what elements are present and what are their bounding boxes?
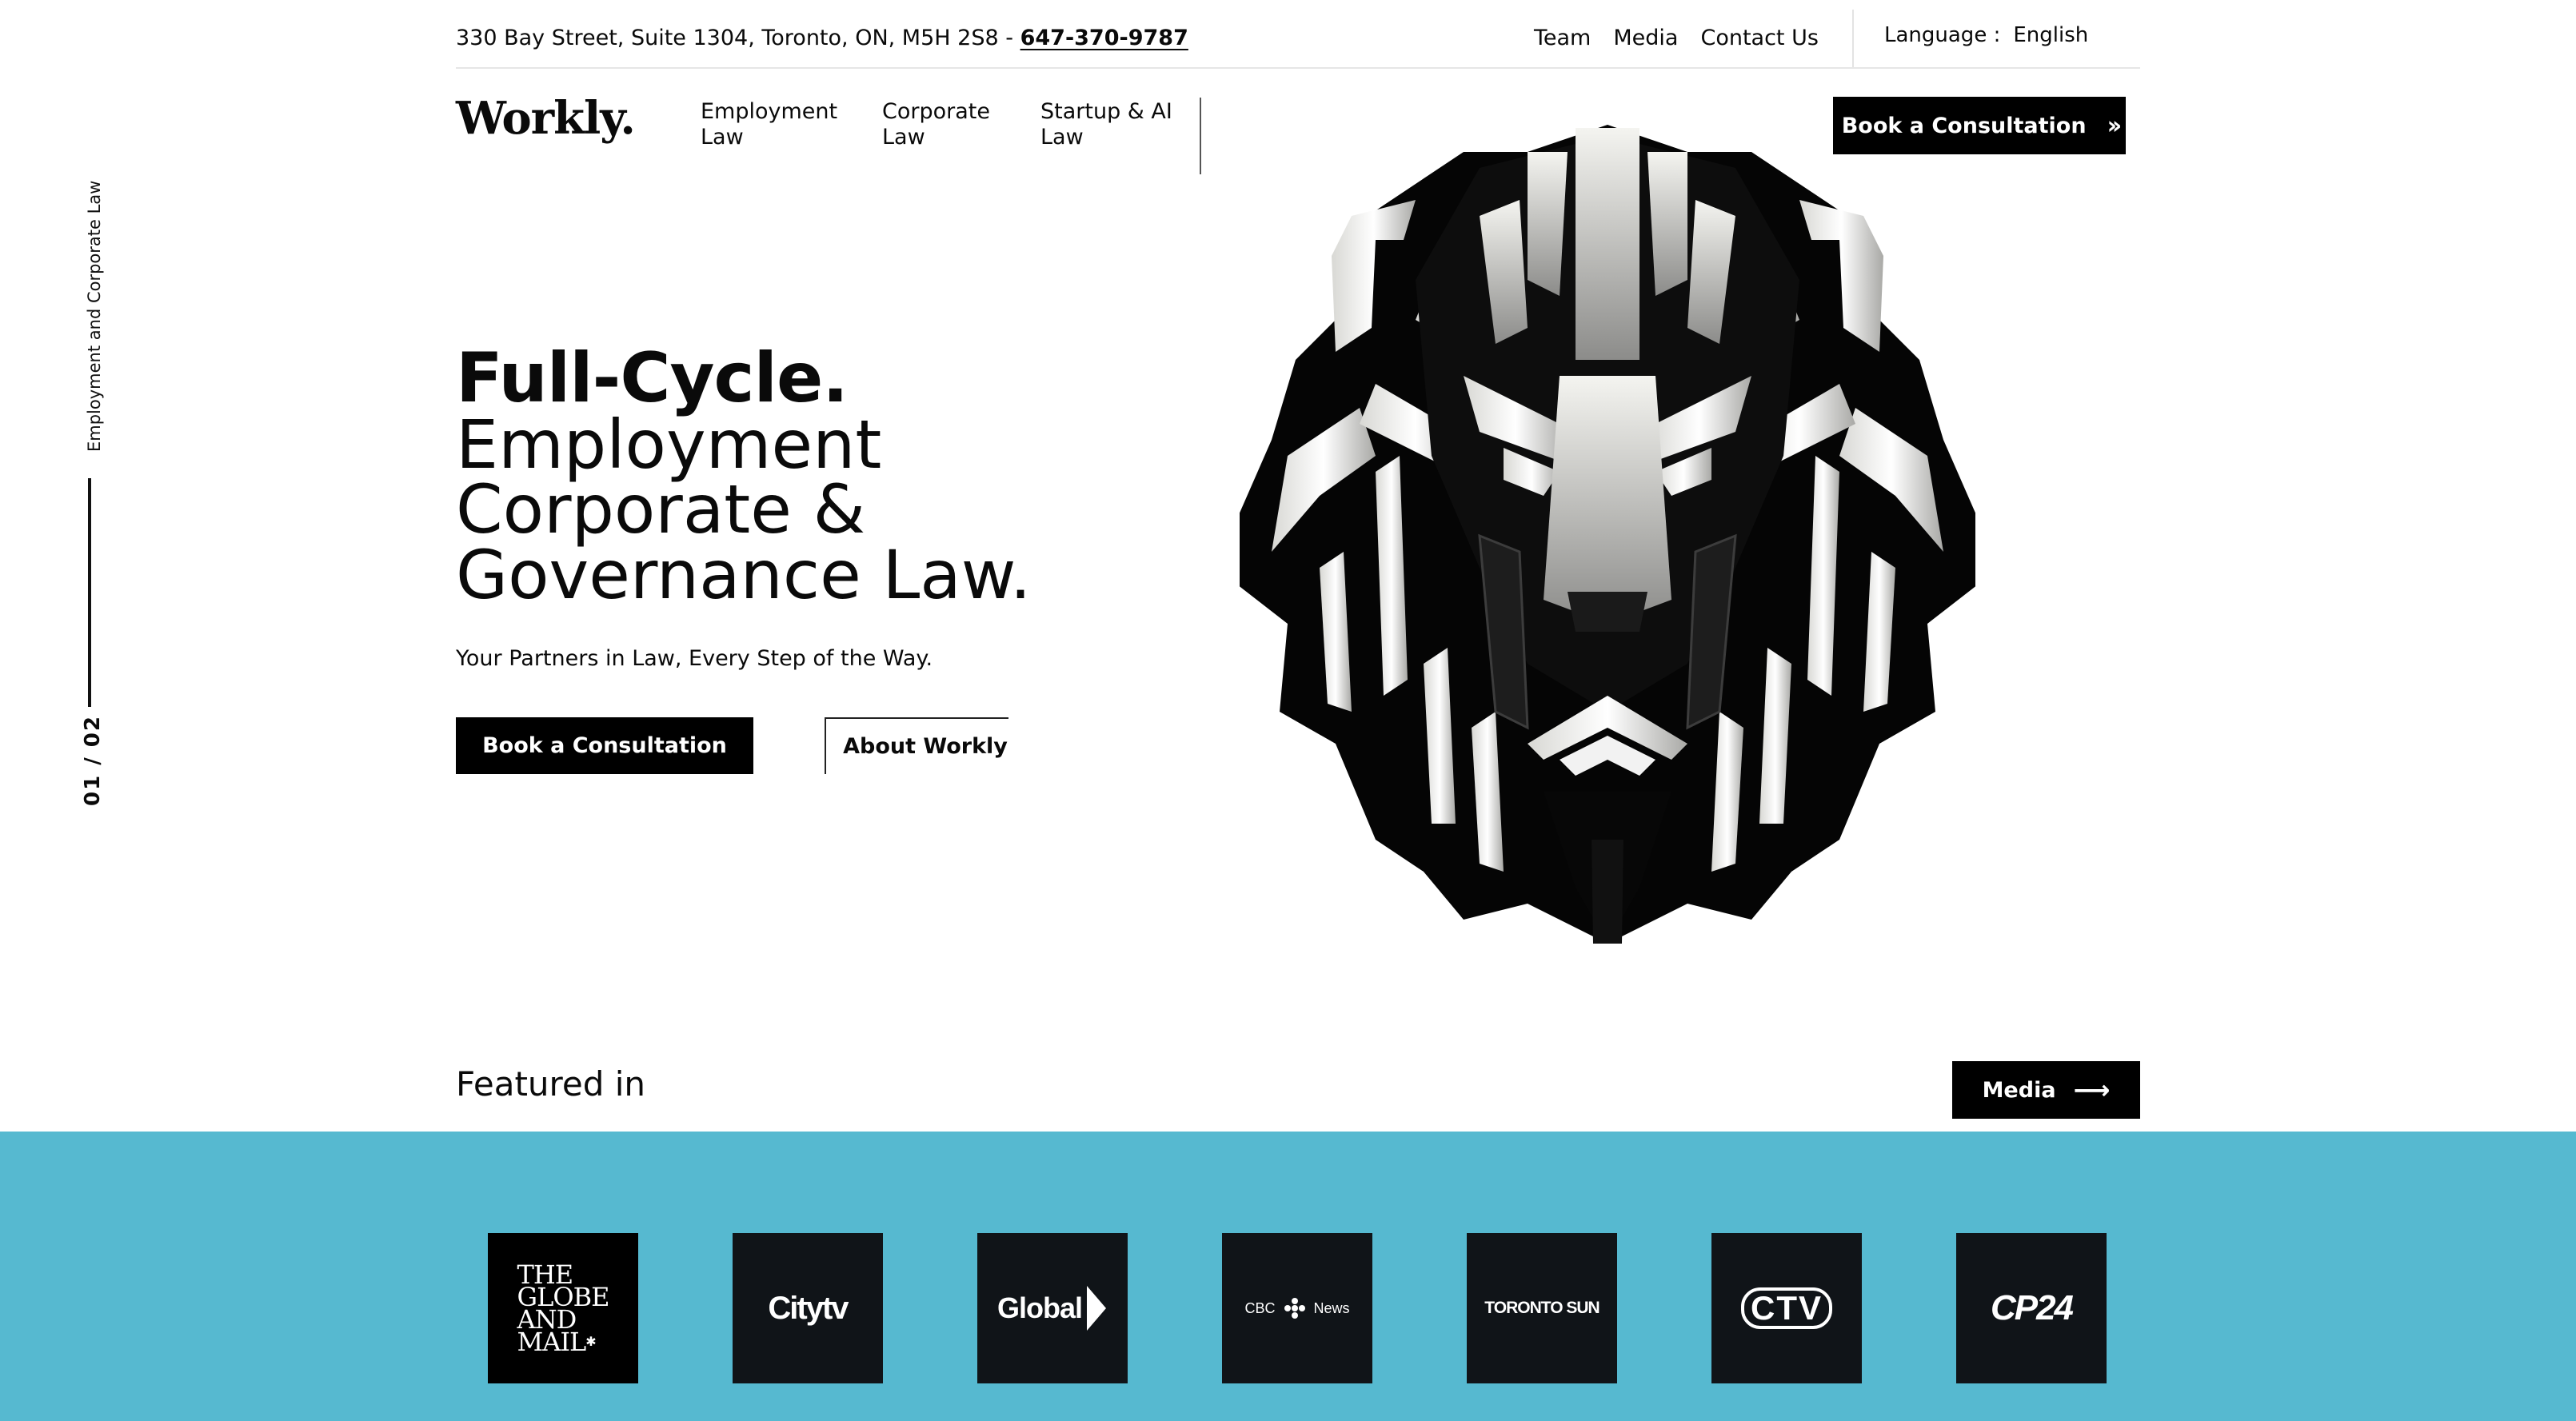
nav-vertical-divider	[1200, 98, 1201, 174]
logo-text: CP24	[1990, 1288, 2074, 1327]
logo-text: TORONTO SUN	[1484, 1299, 1600, 1317]
side-rail-label: Employment and Corporate Law	[85, 180, 104, 452]
office-address: 330 Bay Street, Suite 1304, Toronto, ON,…	[456, 22, 1188, 54]
logo-text: News	[1313, 1299, 1350, 1316]
cbc-news-logo[interactable]: CBC News	[1222, 1233, 1372, 1383]
lion-head-illustration	[1240, 125, 1975, 944]
double-chevron-right-icon: ››	[2107, 111, 2123, 140]
hero-title-line-2: Corporate &	[456, 470, 866, 549]
maple-leaf-icon: ✱	[585, 1334, 596, 1349]
nav-item-label-line1: Employment	[701, 99, 838, 124]
phone-link[interactable]: 647-370-9787	[1020, 26, 1188, 50]
logo-text: CBC	[1244, 1299, 1276, 1316]
workly-logo[interactable]: Workly.	[456, 90, 636, 147]
top-nav-media[interactable]: Media	[1613, 22, 1678, 54]
top-nav-team[interactable]: Team	[1534, 22, 1591, 54]
language-label: Language :	[1884, 23, 2001, 47]
globe-and-mail-logo[interactable]: THE GLOBE AND MAIL✱	[488, 1233, 638, 1383]
top-nav: Team Media Contact Us	[1534, 22, 1819, 54]
side-rail-progress-line	[88, 478, 91, 707]
cbc-gem-icon	[1284, 1298, 1305, 1319]
nav-item-label-line1: Startup & AI	[1040, 99, 1172, 124]
toronto-sun-logo[interactable]: TORONTO SUN	[1467, 1233, 1617, 1383]
nav-item-label-line2: Law	[1040, 125, 1084, 150]
slide-counter: 01 / 02	[81, 715, 105, 806]
top-nav-contact[interactable]: Contact Us	[1700, 22, 1818, 54]
global-news-logo[interactable]: Global	[977, 1233, 1128, 1383]
hero-title-line-1: Employment	[456, 405, 882, 484]
language-selector[interactable]: Language : English	[1884, 19, 2088, 51]
media-button[interactable]: Media ⟶	[1952, 1061, 2140, 1119]
address-text: 330 Bay Street, Suite 1304, Toronto, ON,…	[456, 26, 1020, 50]
nav-item-label-line2: Law	[882, 125, 925, 150]
logo-text: Citytv	[768, 1290, 849, 1326]
about-workly-button[interactable]: About Workly	[825, 717, 1008, 774]
ctv-logo[interactable]: CTV	[1711, 1233, 1862, 1383]
logo-text: MAIL	[517, 1327, 587, 1357]
featured-in-heading: Featured in	[456, 1064, 646, 1104]
cp24-logo[interactable]: CP24	[1956, 1233, 2107, 1383]
nav-item-label-line2: Law	[701, 125, 744, 150]
nav-startup-ai-law[interactable]: Startup & AI Law	[1040, 99, 1172, 150]
nav-item-label-line1: Corporate	[882, 99, 990, 124]
arrow-right-icon: ⟶	[2073, 1075, 2111, 1105]
hero-title-bold: Full-Cycle.	[456, 338, 849, 418]
top-divider-line	[456, 67, 2140, 69]
nav-corporate-law[interactable]: Corporate Law	[882, 99, 990, 150]
logo-text: CTV	[1741, 1287, 1832, 1329]
hero-title-line-3: Governance Law.	[456, 536, 1032, 614]
logo-text: Global	[996, 1291, 1083, 1324]
language-value[interactable]: English	[2013, 23, 2088, 47]
top-divider	[1852, 10, 1854, 67]
global-play-icon	[1087, 1286, 1106, 1331]
book-consultation-button[interactable]: Book a Consultation	[456, 717, 753, 774]
citytv-logo[interactable]: Citytv	[733, 1233, 883, 1383]
nav-employment-law[interactable]: Employment Law	[701, 99, 837, 150]
hero-subtitle: Your Partners in Law, Every Step of the …	[456, 646, 933, 671]
button-label: Media	[1982, 1077, 2056, 1103]
